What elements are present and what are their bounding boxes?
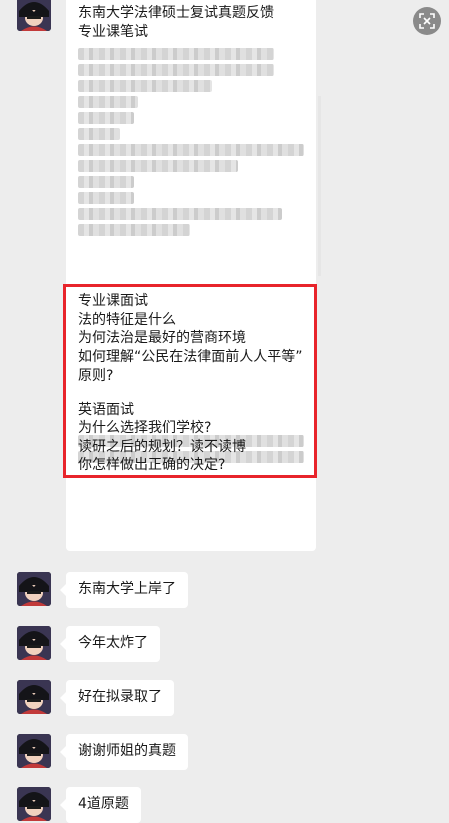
- highlight-line: 读研之后的规划？读不读博: [78, 439, 246, 455]
- message-text: 今年太炸了: [78, 635, 148, 651]
- highlight-line: 为什么选择我们学校?: [78, 420, 212, 436]
- avatar[interactable]: [17, 0, 51, 31]
- highlight-line: 英语面试: [78, 402, 134, 418]
- message-line: 东南大学法律硕士复试真题反馈: [78, 5, 274, 21]
- highlight-line: 如何理解“公民在法律面前人人平等”: [78, 349, 303, 365]
- blurred-line: [78, 48, 274, 60]
- message-bubble[interactable]: 4道原题: [60, 787, 141, 823]
- blurred-line: [78, 176, 134, 188]
- message-text: 谢谢师姐的真题: [78, 743, 176, 759]
- message-text: 好在拟录取了: [78, 689, 162, 705]
- message-bubble[interactable]: 好在拟录取了: [60, 680, 174, 716]
- avatar[interactable]: [17, 734, 51, 768]
- message-text: 4道原题: [78, 796, 129, 812]
- blurred-line: [78, 96, 138, 108]
- message-line: 专业课笔试: [78, 24, 148, 40]
- avatar[interactable]: [17, 626, 51, 660]
- highlight-line: 法的特征是什么: [78, 312, 176, 328]
- highlight-line: 原则?: [78, 368, 114, 384]
- avatar[interactable]: [17, 572, 51, 606]
- blurred-line: [78, 112, 134, 124]
- avatar[interactable]: [17, 787, 51, 821]
- blurred-line: [78, 128, 120, 140]
- highlight-line: 你怎样做出正确的决定?: [78, 457, 226, 473]
- close-scan-icon[interactable]: [413, 7, 441, 35]
- blurred-line: [78, 64, 274, 76]
- blurred-line: [78, 224, 190, 236]
- blurred-line: [78, 192, 134, 204]
- message-bubble[interactable]: 今年太炸了: [60, 626, 160, 662]
- blurred-line: [78, 208, 282, 220]
- message-bubble[interactable]: 东南大学上岸了: [60, 572, 188, 608]
- message-text: 东南大学上岸了: [78, 581, 176, 597]
- avatar[interactable]: [17, 680, 51, 714]
- highlight-line: 专业课面试: [78, 293, 148, 309]
- highlight-line: 为何法治是最好的营商环境: [78, 330, 246, 346]
- message-bubble[interactable]: 谢谢师姐的真题: [60, 734, 188, 770]
- blurred-line: [78, 144, 304, 156]
- blurred-line: [78, 80, 212, 92]
- scrollbar-track[interactable]: [318, 96, 321, 276]
- blurred-line: [78, 160, 238, 172]
